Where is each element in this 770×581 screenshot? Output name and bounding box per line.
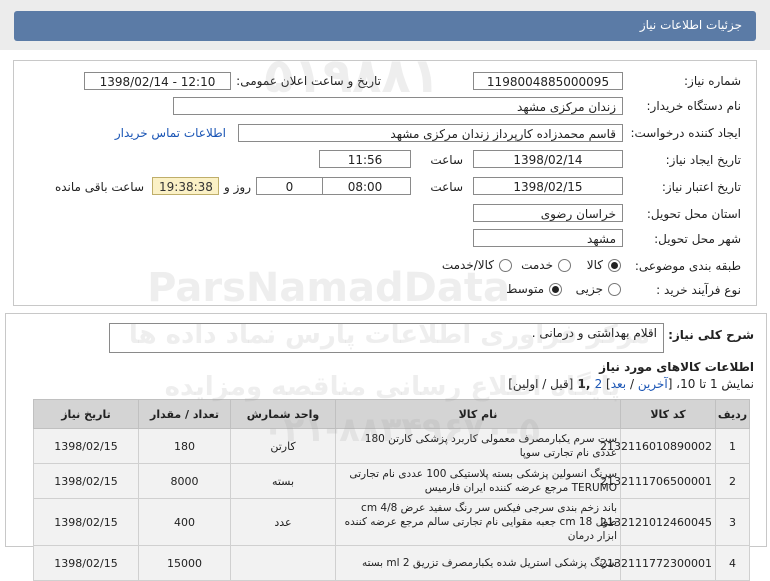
pager-prefix: نمایش 1 تا 10، [ bbox=[667, 377, 754, 391]
pager-current-page: ,1 bbox=[573, 377, 595, 391]
category-option-service: خدمت bbox=[521, 258, 553, 272]
announce-date-field[interactable]: 1398/02/14 - 12:10 bbox=[84, 72, 231, 90]
pager-mid: ] bbox=[602, 377, 611, 391]
cell-quantity: 15000 bbox=[138, 545, 231, 581]
col-header-quantity: تعداد / مقدار bbox=[138, 399, 231, 429]
cell-unit: بسته bbox=[230, 463, 336, 499]
created-date-field[interactable]: 1398/02/14 bbox=[473, 150, 623, 168]
remaining-label: ساعت باقی مانده bbox=[54, 180, 144, 194]
pagination: نمایش 1 تا 10، [آخرین / بعد] 2 ,1 [قبل /… bbox=[508, 377, 754, 391]
pager-last-link[interactable]: آخرین bbox=[638, 377, 668, 391]
pager-suffix: [قبل / اولین] bbox=[508, 377, 574, 391]
col-header-item-code: کد کالا bbox=[620, 399, 716, 429]
title-bar: جزئیات اطلاعات نیاز bbox=[0, 0, 770, 50]
buyer-label: نام دستگاه خریدار: bbox=[646, 99, 742, 113]
process-radio-minor[interactable] bbox=[608, 283, 621, 296]
cell-unit: کارتن bbox=[230, 428, 336, 464]
table-row: 4 2132111772300001 سرنگ پزشکی استریل شده… bbox=[33, 545, 750, 581]
cell-quantity: 8000 bbox=[138, 463, 231, 499]
category-radio-service[interactable] bbox=[558, 259, 571, 272]
table-row: 2 2132111706500001 سرنگ انسولین پزشکی بس… bbox=[33, 463, 750, 499]
col-header-row-number: ردیف bbox=[715, 399, 750, 429]
created-date-label: تاریخ ایجاد نیاز: bbox=[665, 153, 741, 167]
category-option-goods-service: کالا/خدمت bbox=[441, 258, 494, 272]
requester-field[interactable]: قاسم محمدزاده کارپرداز زندان مرکزی مشهد bbox=[238, 124, 623, 142]
need-number-field[interactable]: 1198004885000095 bbox=[473, 72, 623, 90]
cell-item-code: 2132111772300001 bbox=[600, 545, 716, 581]
need-info-panel: شماره نیاز: 1198004885000095 تاریخ و ساع… bbox=[13, 60, 757, 306]
process-option-medium: متوسط bbox=[506, 282, 544, 296]
valid-time-field[interactable]: 08:00 bbox=[319, 177, 411, 195]
cell-quantity: 400 bbox=[138, 498, 231, 546]
category-label: طبقه بندی موضوعی: bbox=[634, 259, 741, 273]
province-label: استان محل تحویل: bbox=[646, 207, 741, 221]
cell-item-code: 2132111706500001 bbox=[600, 463, 716, 499]
cell-unit: عدد bbox=[230, 498, 336, 546]
city-label: شهر محل تحویل: bbox=[654, 232, 741, 246]
col-header-item-name: نام کالا bbox=[335, 399, 621, 429]
category-radio-goods-service[interactable] bbox=[499, 259, 512, 272]
cell-need-date: 1398/02/15 bbox=[33, 428, 139, 464]
need-details-page: جزئیات اطلاعات نیاز شماره نیاز: 11980048… bbox=[0, 0, 770, 581]
process-option-minor: جزیی bbox=[575, 282, 603, 296]
items-table: ردیف کد کالا نام کالا واحد شمارش تعداد /… bbox=[33, 399, 750, 581]
category-radio-goods[interactable] bbox=[608, 259, 621, 272]
table-row: 1 2132116010890002 ست سرم یکبارمصرف معمو… bbox=[33, 428, 750, 464]
table-row: 3 2132121012460045 باند زخم بندی سرجی فی… bbox=[33, 498, 750, 546]
col-header-unit: واحد شمارش bbox=[230, 399, 336, 429]
general-description-field[interactable]: اقلام بهداشتی و درمانی . bbox=[109, 323, 664, 353]
cell-row-number: 4 bbox=[715, 545, 750, 581]
cell-item-code: 2132116010890002 bbox=[600, 428, 716, 464]
cell-item-code: 2132121012460045 bbox=[600, 498, 716, 546]
province-field[interactable]: خراسان رضوی bbox=[473, 204, 623, 222]
items-section-title: اطلاعات کالاهای مورد نیاز bbox=[599, 360, 754, 374]
buyer-field[interactable]: زندان مرکزی مشهد bbox=[173, 97, 623, 115]
cell-quantity: 180 bbox=[138, 428, 231, 464]
pager-separator: / bbox=[626, 377, 638, 391]
cell-item-name: باند زخم بندی سرجی فیکس سر رنگ سفید عرض … bbox=[335, 498, 621, 546]
page-title: جزئیات اطلاعات نیاز bbox=[639, 18, 742, 32]
cell-item-name: سرنگ پزشکی استریل شده یکبارمصرف تزریق ml… bbox=[335, 545, 621, 581]
cell-row-number: 1 bbox=[715, 428, 750, 464]
cell-item-name: ست سرم یکبارمصرف معمولی کاربرد پزشکی کار… bbox=[335, 428, 621, 464]
general-and-items-panel: شرح کلی نیاز: اقلام بهداشتی و درمانی . ا… bbox=[5, 313, 767, 581]
requester-label: ایجاد کننده درخواست: bbox=[630, 126, 741, 140]
process-label: نوع فرآیند خرید : bbox=[656, 283, 741, 297]
created-time-label: ساعت bbox=[430, 153, 463, 167]
pager-next-link[interactable]: بعد bbox=[611, 377, 626, 391]
city-field[interactable]: مشهد bbox=[473, 229, 623, 247]
remaining-time-field: 19:38:38 bbox=[152, 177, 219, 195]
category-option-goods: کالا bbox=[586, 258, 603, 272]
buyer-contact-link[interactable]: اطلاعات تماس خریدار bbox=[115, 126, 226, 140]
cell-need-date: 1398/02/15 bbox=[33, 545, 139, 581]
general-description-label: شرح کلی نیاز: bbox=[668, 328, 754, 342]
cell-row-number: 2 bbox=[715, 463, 750, 499]
cell-item-name: سرنگ انسولین پزشکی بسته پلاستیکی 100 عدد… bbox=[335, 463, 621, 499]
cell-row-number: 3 bbox=[715, 498, 750, 546]
cell-need-date: 1398/02/15 bbox=[33, 498, 139, 546]
remaining-days-field[interactable]: 0 bbox=[256, 177, 323, 195]
created-time-field[interactable]: 11:56 bbox=[319, 150, 411, 168]
days-label: روز و bbox=[224, 180, 251, 194]
need-number-label: شماره نیاز: bbox=[684, 74, 741, 88]
cell-need-date: 1398/02/15 bbox=[33, 463, 139, 499]
valid-date-field[interactable]: 1398/02/15 bbox=[473, 177, 623, 195]
title-bar-strip: جزئیات اطلاعات نیاز bbox=[14, 11, 756, 41]
valid-date-label: تاریخ اعتبار نیاز: bbox=[661, 180, 741, 194]
items-table-header: ردیف کد کالا نام کالا واحد شمارش تعداد /… bbox=[33, 399, 750, 429]
valid-time-label: ساعت bbox=[430, 180, 463, 194]
process-radio-medium[interactable] bbox=[549, 283, 562, 296]
col-header-need-date: تاریخ نیاز bbox=[33, 399, 139, 429]
cell-unit bbox=[230, 545, 336, 581]
announce-date-label: تاریخ و ساعت اعلان عمومی: bbox=[236, 74, 381, 88]
